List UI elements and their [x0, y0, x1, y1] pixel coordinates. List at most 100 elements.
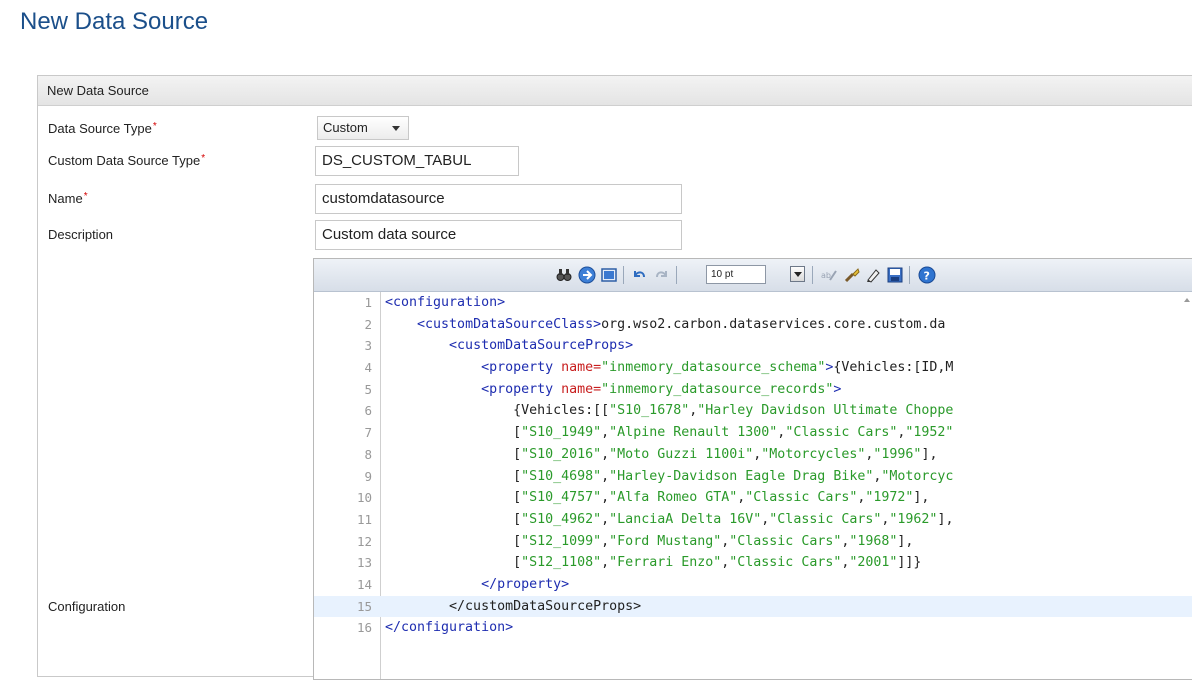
line-number: 16: [356, 620, 372, 636]
code-line[interactable]: 16 </configuration>: [314, 617, 1192, 639]
name-label: Name*: [48, 191, 88, 206]
highlight-icon[interactable]: [865, 267, 881, 283]
code-token: </property>: [481, 576, 570, 592]
code-text: <configuration>: [385, 292, 505, 314]
code-token: "Harley Davidson Ultimate Choppe: [697, 403, 954, 419]
svg-text:ab: ab: [821, 271, 831, 280]
search-icon[interactable]: [556, 267, 572, 283]
code-token: ],: [913, 490, 930, 506]
help-icon[interactable]: ?: [918, 266, 936, 284]
code-line[interactable]: 4 <property name="inmemory_datasource_sc…: [314, 357, 1192, 379]
required-marker: *: [201, 153, 206, 164]
code-token: "Alpine Renault 1300": [609, 425, 778, 441]
autocomplete-icon[interactable]: ab: [821, 267, 837, 283]
code-token: "S10_4962": [521, 511, 602, 527]
code-line[interactable]: 9 ["S10_4698","Harley-Davidson Eagle Dra…: [314, 466, 1192, 488]
code-text: ["S10_1949","Alpine Renault 1300","Class…: [385, 422, 953, 444]
code-text: <customDataSourceProps>: [385, 335, 633, 357]
code-text: </property>: [385, 574, 569, 596]
toolbar-separator: [676, 266, 677, 284]
code-token: "2001": [849, 555, 898, 571]
fullscreen-icon[interactable]: [601, 267, 617, 283]
code-token: "Classic Cars": [729, 533, 842, 549]
code-text: <property name="inmemory_datasource_reco…: [385, 379, 841, 401]
code-token: ,: [601, 468, 610, 484]
line-number: 13: [356, 555, 372, 571]
code-token: ],: [937, 511, 954, 527]
data-source-type-select[interactable]: Custom: [317, 116, 409, 140]
code-line[interactable]: 8 ["S10_2016","Moto Guzzi 1100i","Motorc…: [314, 444, 1192, 466]
code-token: [: [385, 425, 522, 441]
code-token: <property: [481, 360, 562, 376]
panel-header: New Data Source: [38, 76, 1192, 106]
line-number: 3: [364, 338, 372, 354]
code-text: ["S12_1099","Ford Mustang","Classic Cars…: [385, 531, 913, 553]
code-token: "S10_1678": [609, 403, 690, 419]
save-icon[interactable]: [887, 267, 903, 283]
code-text: ["S10_4757","Alfa Romeo GTA","Classic Ca…: [385, 487, 929, 509]
code-text: ["S12_1108","Ferrari Enzo","Classic Cars…: [385, 552, 921, 574]
code-text: ["S10_4698","Harley-Davidson Eagle Drag …: [385, 466, 953, 488]
code-token: "Ferrari Enzo": [609, 555, 722, 571]
line-number: 6: [364, 403, 372, 419]
code-token: </customDataSourceProps>: [385, 598, 642, 614]
chevron-down-icon[interactable]: [790, 266, 805, 282]
required-marker: *: [83, 191, 88, 202]
line-number: 11: [356, 511, 372, 527]
code-line[interactable]: 5 <property name="inmemory_datasource_re…: [314, 379, 1192, 401]
code-line[interactable]: 2 <customDataSourceClass>org.wso2.carbon…: [314, 314, 1192, 336]
code-token: </configuration>: [385, 620, 514, 636]
code-token: "LanciaA Delta 16V": [609, 511, 762, 527]
code-token: "S10_4698": [521, 468, 602, 484]
code-token: ,: [601, 533, 610, 549]
editor-toolbar: 10 pt ab ?: [314, 259, 1192, 292]
code-line[interactable]: 7 ["S10_1949","Alpine Renault 1300","Cla…: [314, 422, 1192, 444]
line-number: 8: [364, 446, 372, 462]
name-input[interactable]: customdatasource: [315, 184, 682, 214]
undo-icon[interactable]: [631, 267, 647, 283]
code-token: ],: [921, 446, 938, 462]
code-token: <customDataSourceClass>: [417, 316, 602, 332]
code-line[interactable]: 12 ["S12_1099","Ford Mustang","Classic C…: [314, 531, 1192, 553]
description-label: Description: [48, 227, 114, 242]
new-data-source-panel: New Data Source Data Source Type* Custom…: [37, 75, 1192, 680]
code-line[interactable]: 6 {Vehicles:[["S10_1678","Harley Davidso…: [314, 400, 1192, 422]
code-token: name=: [561, 381, 602, 397]
code-text: <customDataSourceClass>org.wso2.carbon.d…: [385, 314, 945, 336]
code-line[interactable]: 1 <configuration>: [314, 292, 1192, 314]
code-token: ],: [897, 533, 914, 549]
code-token: ,: [601, 425, 610, 441]
configuration-editor[interactable]: 10 pt ab ? 1 <configuration> 2 <customData…: [313, 258, 1192, 680]
code-token: <configuration>: [385, 295, 506, 310]
code-token: "Alfa Romeo GTA": [609, 490, 738, 506]
toolbar-separator: [909, 266, 910, 284]
code-line[interactable]: 14 </property>: [314, 574, 1192, 596]
custom-data-source-type-label: Custom Data Source Type*: [48, 153, 206, 168]
code-line[interactable]: 13 ["S12_1108","Ferrari Enzo","Classic C…: [314, 552, 1192, 574]
line-number: 4: [364, 360, 372, 376]
code-line[interactable]: 15 </customDataSourceProps>: [314, 595, 1192, 618]
code-token: "1968": [849, 533, 898, 549]
code-area[interactable]: 1 <configuration> 2 <customDataSourceClass…: [314, 292, 1192, 639]
svg-text:?: ?: [924, 270, 930, 283]
chevron-down-icon: [392, 126, 400, 131]
code-token: ,: [601, 490, 610, 506]
configuration-label: Configuration: [48, 599, 126, 614]
redo-icon[interactable]: [654, 267, 670, 283]
code-line[interactable]: 10 ["S10_4757","Alfa Romeo GTA","Classic…: [314, 487, 1192, 509]
reformat-icon[interactable]: [844, 267, 860, 283]
goto-icon[interactable]: [578, 266, 596, 284]
custom-data-source-type-input[interactable]: DS_CUSTOM_TABUL: [315, 146, 519, 176]
font-size-select[interactable]: 10 pt: [706, 265, 766, 284]
code-line[interactable]: 3 <customDataSourceProps>: [314, 335, 1192, 357]
code-token: "Moto Guzzi 1100i": [609, 446, 754, 462]
description-input[interactable]: Custom data source: [315, 220, 682, 250]
scroll-up-icon[interactable]: [1184, 298, 1190, 302]
code-token: name=: [561, 360, 602, 376]
code-line[interactable]: 11 ["S10_4962","LanciaA Delta 16V","Clas…: [314, 509, 1192, 531]
code-token: "Classic Cars": [769, 511, 882, 527]
